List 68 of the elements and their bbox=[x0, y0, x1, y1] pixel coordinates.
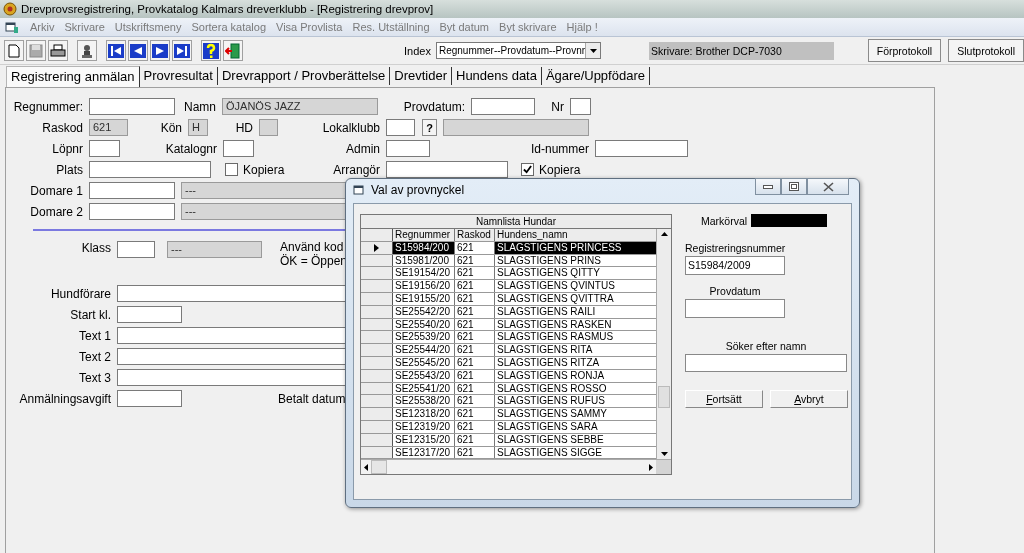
table-cell: SE19156/20 bbox=[393, 280, 455, 292]
table-cell: 621 bbox=[455, 267, 495, 280]
field-label: Nr bbox=[551, 99, 564, 114]
table-cell: 621 bbox=[455, 420, 495, 433]
table-cell: SE19155/20 bbox=[393, 293, 455, 305]
hint-text: Betalt datum bbox=[278, 391, 346, 406]
table-cell: SE25538/20 bbox=[393, 395, 455, 408]
checkbox-label: Kopiera bbox=[243, 162, 285, 177]
field-label: Anmälningsavgift bbox=[19, 391, 111, 406]
table-cell: 621 bbox=[455, 356, 495, 369]
table-cell: SE25542/20 bbox=[393, 305, 455, 318]
table-cell: 621 bbox=[455, 344, 495, 356]
field-label: Admin bbox=[346, 141, 380, 156]
table-cell: S15981/200 bbox=[393, 254, 455, 267]
field-label: Provdatum: bbox=[403, 99, 465, 114]
field-label: Söker efter namn bbox=[724, 340, 808, 352]
table-cell: 621 bbox=[455, 395, 495, 408]
field-label: Raskod bbox=[42, 120, 83, 135]
field-label: Arrangör bbox=[333, 162, 380, 177]
table-cell: SE25545/20 bbox=[393, 356, 455, 369]
field-label: Lokalklubb bbox=[322, 120, 380, 135]
field-label: Provdatum bbox=[708, 285, 762, 297]
field-label: Namn bbox=[184, 99, 216, 114]
field-label: HD bbox=[235, 120, 253, 135]
table-cell: SE19154/20 bbox=[393, 267, 455, 280]
table-cell: SE12317/20 bbox=[393, 446, 455, 459]
field-label: Kön bbox=[160, 120, 182, 135]
table-cell: 621 bbox=[455, 318, 495, 331]
table-cell: 621 bbox=[455, 254, 495, 267]
field-label: Löpnr bbox=[52, 141, 83, 156]
field-label: Domare 1 bbox=[30, 183, 83, 198]
table-cell: 621 bbox=[455, 433, 495, 446]
table-cell: 621 bbox=[455, 408, 495, 420]
field-label: Id-nummer bbox=[531, 141, 589, 156]
field-label: Text 2 bbox=[79, 349, 111, 364]
field-label: Plats bbox=[56, 162, 83, 177]
grid-caption: Namnlista Hundar bbox=[361, 215, 671, 229]
hint-text: Använd kod bbox=[280, 240, 345, 254]
field-label: Domare 2 bbox=[30, 204, 83, 219]
table-cell: 621 bbox=[455, 305, 495, 318]
index-label: Index bbox=[404, 44, 431, 57]
table-cell: 621 bbox=[455, 331, 495, 344]
field-label: Regnummer: bbox=[13, 99, 83, 114]
field-label: Registreringsnummer bbox=[685, 242, 785, 254]
window-title: Drevprovsregistrering, Provkatalog Kalmars dreverklubb - [Registrering drevprov] bbox=[21, 3, 434, 15]
table-cell: SE25540/20 bbox=[393, 318, 455, 331]
table-cell: 621 bbox=[455, 293, 495, 305]
table-cell: SE12315/20 bbox=[393, 433, 455, 446]
field-label: Start kl. bbox=[70, 307, 111, 322]
table-cell: 621 bbox=[455, 446, 495, 459]
table-cell: 621 bbox=[455, 280, 495, 292]
field-label: Text 1 bbox=[79, 328, 111, 343]
table-cell: SE12318/20 bbox=[393, 408, 455, 420]
field-label: Text 3 bbox=[79, 370, 111, 385]
field-label: Katalognr bbox=[165, 141, 217, 156]
table-cell: SE25539/20 bbox=[393, 331, 455, 344]
field-label: Klass bbox=[81, 241, 111, 255]
table-cell: SE25541/20 bbox=[393, 382, 455, 395]
table-cell: SE25544/20 bbox=[393, 344, 455, 356]
table-cell: SE12319/20 bbox=[393, 420, 455, 433]
checkbox-label: Kopiera bbox=[539, 162, 581, 177]
table-cell: 621 bbox=[455, 382, 495, 395]
table-cell: SE25543/20 bbox=[393, 369, 455, 382]
dialog-title: Val av provnyckel bbox=[371, 183, 465, 197]
field-label: Markörval bbox=[701, 214, 748, 227]
printer-label: Skrivare: Brother DCP-7030 bbox=[649, 41, 834, 60]
field-label: Hundförare bbox=[50, 286, 111, 301]
table-cell: 621 bbox=[455, 369, 495, 382]
